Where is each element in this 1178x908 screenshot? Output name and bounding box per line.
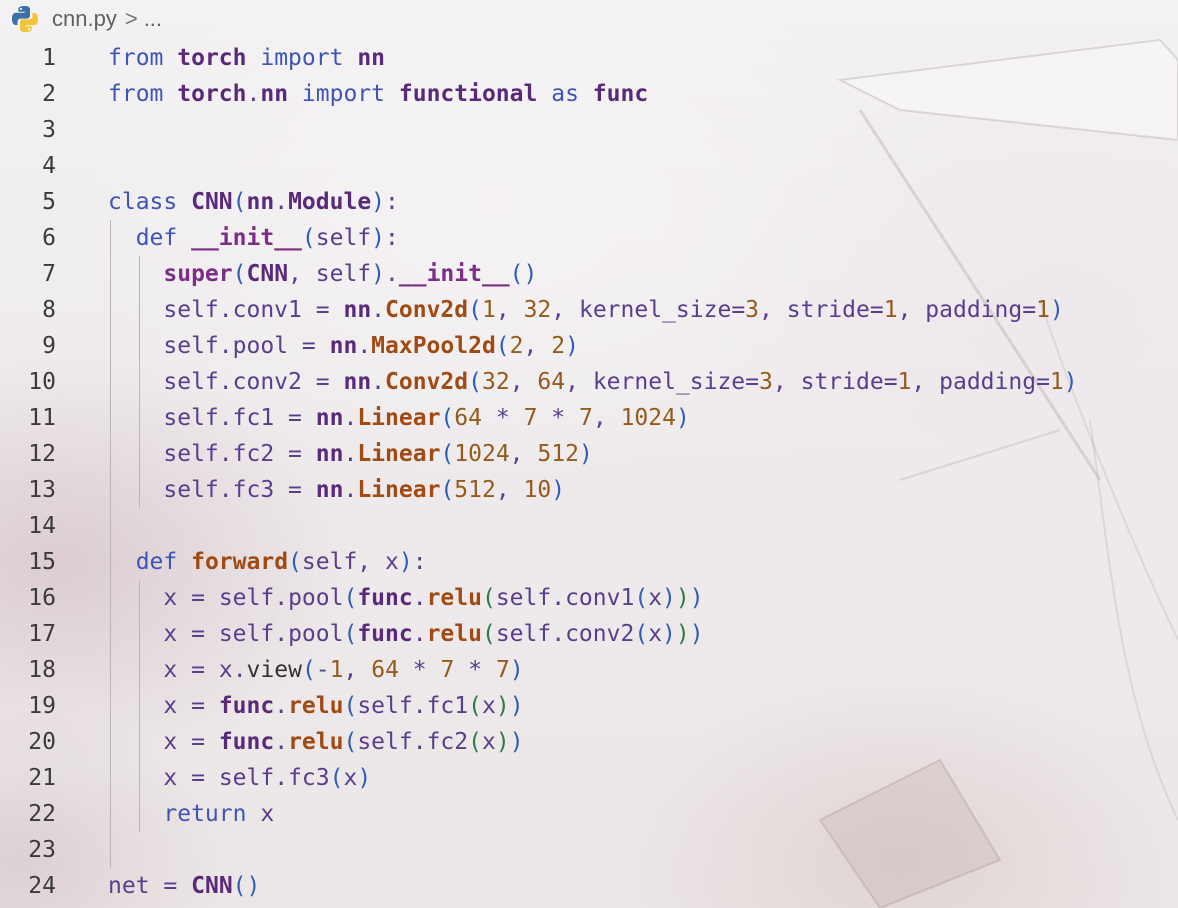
code-line[interactable]: 8 self.conv1 = nn.Conv2d(1, 32, kernel_s… (0, 292, 1178, 328)
code-text[interactable]: def __init__(self): (108, 220, 399, 256)
line-number: 2 (42, 81, 56, 107)
code-text[interactable]: super(CNN, self).__init__() (108, 256, 537, 292)
code-text[interactable]: from torch.nn import functional as func (108, 76, 648, 112)
code-text[interactable]: from torch import nn (108, 40, 385, 76)
code-text[interactable]: x = x.view(-1, 64 * 7 * 7) (108, 652, 523, 688)
code-line[interactable]: 24 net = CNN() (0, 868, 1178, 904)
line-number: 21 (28, 765, 56, 791)
line-number: 10 (28, 369, 56, 395)
line-number: 23 (28, 837, 56, 863)
code-line[interactable]: 5 class CNN(nn.Module): (0, 184, 1178, 220)
code-text[interactable]: self.fc1 = nn.Linear(64 * 7 * 7, 1024) (108, 400, 689, 436)
line-number: 13 (28, 477, 56, 503)
code-line[interactable]: 18 x = x.view(-1, 64 * 7 * 7) (0, 652, 1178, 688)
line-number: 4 (42, 153, 56, 179)
line-number: 19 (28, 693, 56, 719)
code-line[interactable]: 15 def forward(self, x): (0, 544, 1178, 580)
line-number: 16 (28, 585, 56, 611)
code-line[interactable]: 6 def __init__(self): (0, 220, 1178, 256)
code-line[interactable]: 20 x = func.relu(self.fc2(x)) (0, 724, 1178, 760)
code-line[interactable]: 13 self.fc3 = nn.Linear(512, 10) (0, 472, 1178, 508)
code-line[interactable]: 1 from torch import nn (0, 40, 1178, 76)
code-text[interactable]: x = self.fc3(x) (108, 760, 371, 796)
line-number: 5 (42, 189, 56, 215)
breadcrumb-file[interactable]: cnn.py (52, 6, 117, 32)
line-number: 7 (42, 261, 56, 287)
line-number: 24 (28, 873, 56, 899)
code-line[interactable]: 7 super(CNN, self).__init__() (0, 256, 1178, 292)
code-line[interactable]: 2 from torch.nn import functional as func (0, 76, 1178, 112)
code-text[interactable]: class CNN(nn.Module): (108, 184, 399, 220)
line-number: 14 (28, 513, 56, 539)
code-text[interactable]: self.fc2 = nn.Linear(1024, 512) (108, 436, 592, 472)
code-line[interactable]: 19 x = func.relu(self.fc1(x)) (0, 688, 1178, 724)
line-number: 22 (28, 801, 56, 827)
code-line[interactable]: 16 x = self.pool(func.relu(self.conv1(x)… (0, 580, 1178, 616)
code-text[interactable]: def forward(self, x): (108, 544, 427, 580)
code-text[interactable]: return x (108, 796, 274, 832)
code-text[interactable]: self.fc3 = nn.Linear(512, 10) (108, 472, 565, 508)
chevron-right-icon: > (124, 6, 138, 31)
code-line[interactable]: 10 self.conv2 = nn.Conv2d(32, 64, kernel… (0, 364, 1178, 400)
line-number: 17 (28, 621, 56, 647)
code-text[interactable]: x = self.pool(func.relu(self.conv2(x))) (108, 616, 703, 652)
code-line[interactable]: 22 return x (0, 796, 1178, 832)
python-icon (10, 4, 40, 34)
line-number: 18 (28, 657, 56, 683)
code-line[interactable]: 12 self.fc2 = nn.Linear(1024, 512) (0, 436, 1178, 472)
code-line[interactable]: 11 self.fc1 = nn.Linear(64 * 7 * 7, 1024… (0, 400, 1178, 436)
line-number: 15 (28, 549, 56, 575)
code-line[interactable]: 21 x = self.fc3(x) (0, 760, 1178, 796)
code-text[interactable]: self.conv1 = nn.Conv2d(1, 32, kernel_siz… (108, 292, 1063, 328)
line-number: 9 (42, 333, 56, 359)
code-line[interactable]: 3 (0, 112, 1178, 148)
breadcrumb-symbols[interactable]: ... (144, 6, 162, 32)
line-number: 20 (28, 729, 56, 755)
code-editor[interactable]: 1 from torch import nn 2 from torch.nn impo… (0, 40, 1178, 904)
code-line[interactable]: 17 x = self.pool(func.relu(self.conv2(x)… (0, 616, 1178, 652)
line-number: 1 (42, 45, 56, 71)
code-text[interactable]: self.pool = nn.MaxPool2d(2, 2) (108, 328, 579, 364)
line-number: 8 (42, 297, 56, 323)
code-line[interactable]: 4 (0, 148, 1178, 184)
code-text[interactable]: self.conv2 = nn.Conv2d(32, 64, kernel_si… (108, 364, 1077, 400)
line-number: 12 (28, 441, 56, 467)
code-line[interactable]: 23 (0, 832, 1178, 868)
code-text[interactable]: x = func.relu(self.fc1(x)) (108, 688, 523, 724)
line-number: 11 (28, 405, 56, 431)
code-text[interactable]: x = func.relu(self.fc2(x)) (108, 724, 523, 760)
code-text[interactable]: x = self.pool(func.relu(self.conv1(x))) (108, 580, 703, 616)
line-number: 6 (42, 225, 56, 251)
line-number: 3 (42, 117, 56, 143)
code-line[interactable]: 14 (0, 508, 1178, 544)
breadcrumb: cnn.py > ... (10, 4, 162, 34)
code-line[interactable]: 9 self.pool = nn.MaxPool2d(2, 2) (0, 328, 1178, 364)
code-text[interactable]: net = CNN() (108, 868, 260, 904)
